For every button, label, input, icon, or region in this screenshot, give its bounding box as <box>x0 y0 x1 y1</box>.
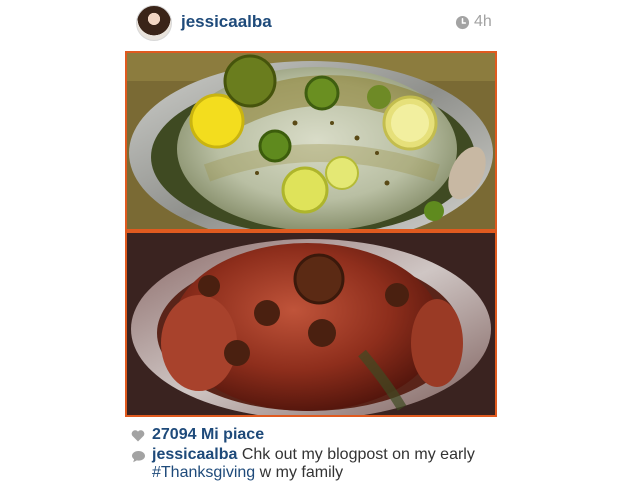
photo-raw-turkey <box>127 53 495 229</box>
hashtag-link[interactable]: #Thanksgiving <box>152 464 255 481</box>
caption-body-1: Chk out my blogpost on my early <box>237 446 475 463</box>
time-label: 4h <box>474 13 492 30</box>
photo-roasted-turkey <box>127 233 495 415</box>
likes-row[interactable]: 27094 Mi piace <box>131 426 264 444</box>
caption-body-2: w my family <box>255 464 344 481</box>
heart-icon <box>131 429 145 441</box>
clock-icon <box>455 15 470 29</box>
avatar[interactable] <box>136 5 172 41</box>
post-header: jessicaalba 4h <box>0 0 620 46</box>
likes-number: 27094 <box>152 426 197 443</box>
caption-username-link[interactable]: jessicaalba <box>152 446 237 463</box>
post-photo[interactable] <box>125 51 497 417</box>
username-link[interactable]: jessicaalba <box>181 12 272 32</box>
likes-count[interactable]: 27094 Mi piace <box>152 426 264 444</box>
comment-bubble-icon <box>132 451 145 463</box>
post-timestamp: 4h <box>455 13 492 31</box>
caption-text: jessicaalba Chk out my blogpost on my ea… <box>152 446 492 482</box>
likes-label: Mi piace <box>200 426 265 443</box>
